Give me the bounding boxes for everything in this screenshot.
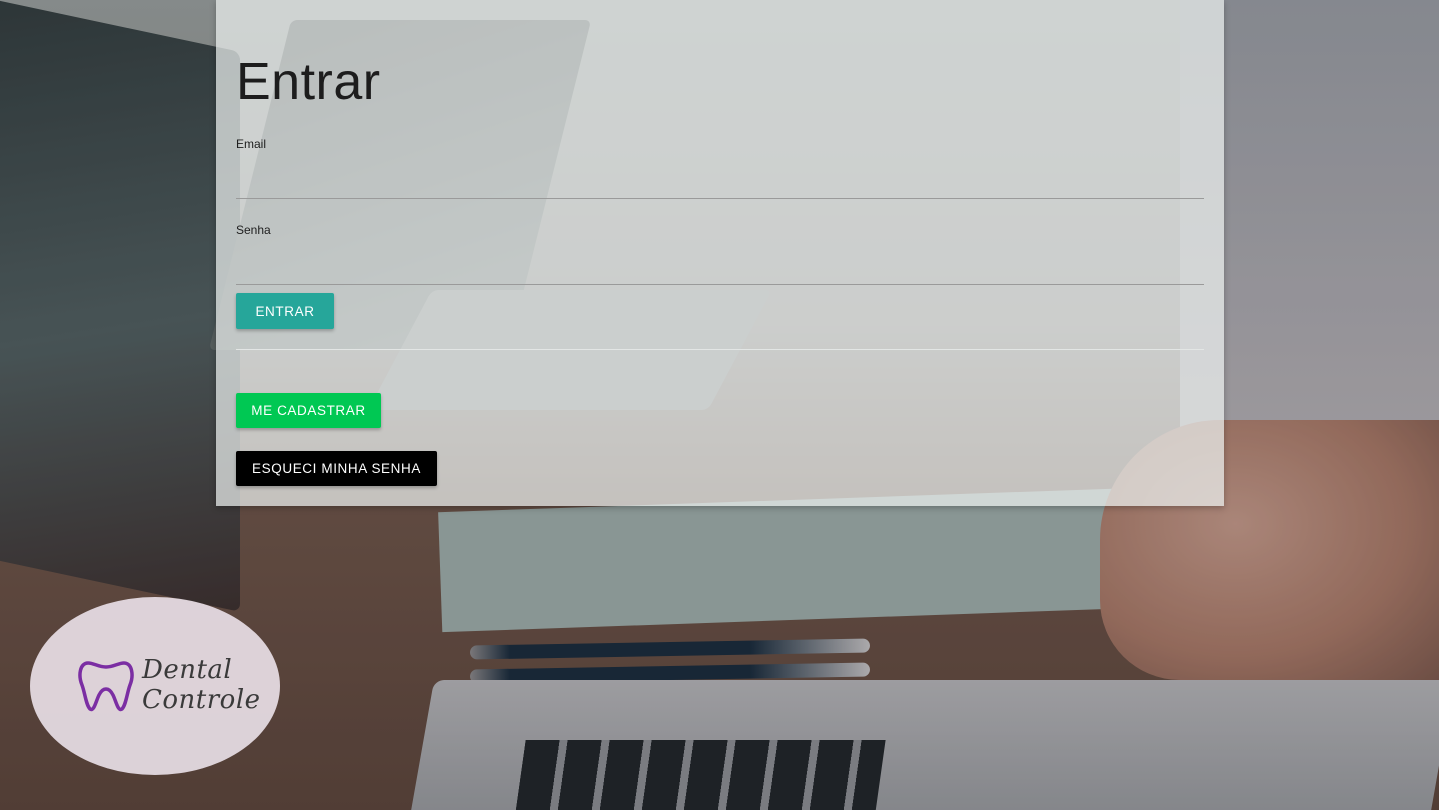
- forgot-password-button[interactable]: ESQUECI MINHA SENHA: [236, 451, 437, 486]
- logo-text-dental: Dental: [142, 655, 233, 685]
- entrar-button[interactable]: ENTRAR: [236, 293, 334, 329]
- tooth-icon: [78, 661, 134, 712]
- dental-controle-logo: Dental Controle: [30, 597, 280, 775]
- email-label: Email: [236, 137, 267, 151]
- login-card: Entrar Email Senha ENTRAR ME CADASTRAR E…: [216, 0, 1224, 506]
- register-button[interactable]: ME CADASTRAR: [236, 393, 381, 428]
- password-field[interactable]: [236, 254, 1204, 285]
- page-title: Entrar: [236, 53, 381, 111]
- password-label: Senha: [236, 223, 271, 237]
- logo-text-controle: Controle: [142, 685, 261, 715]
- divider: [236, 349, 1204, 350]
- email-field[interactable]: [236, 168, 1204, 199]
